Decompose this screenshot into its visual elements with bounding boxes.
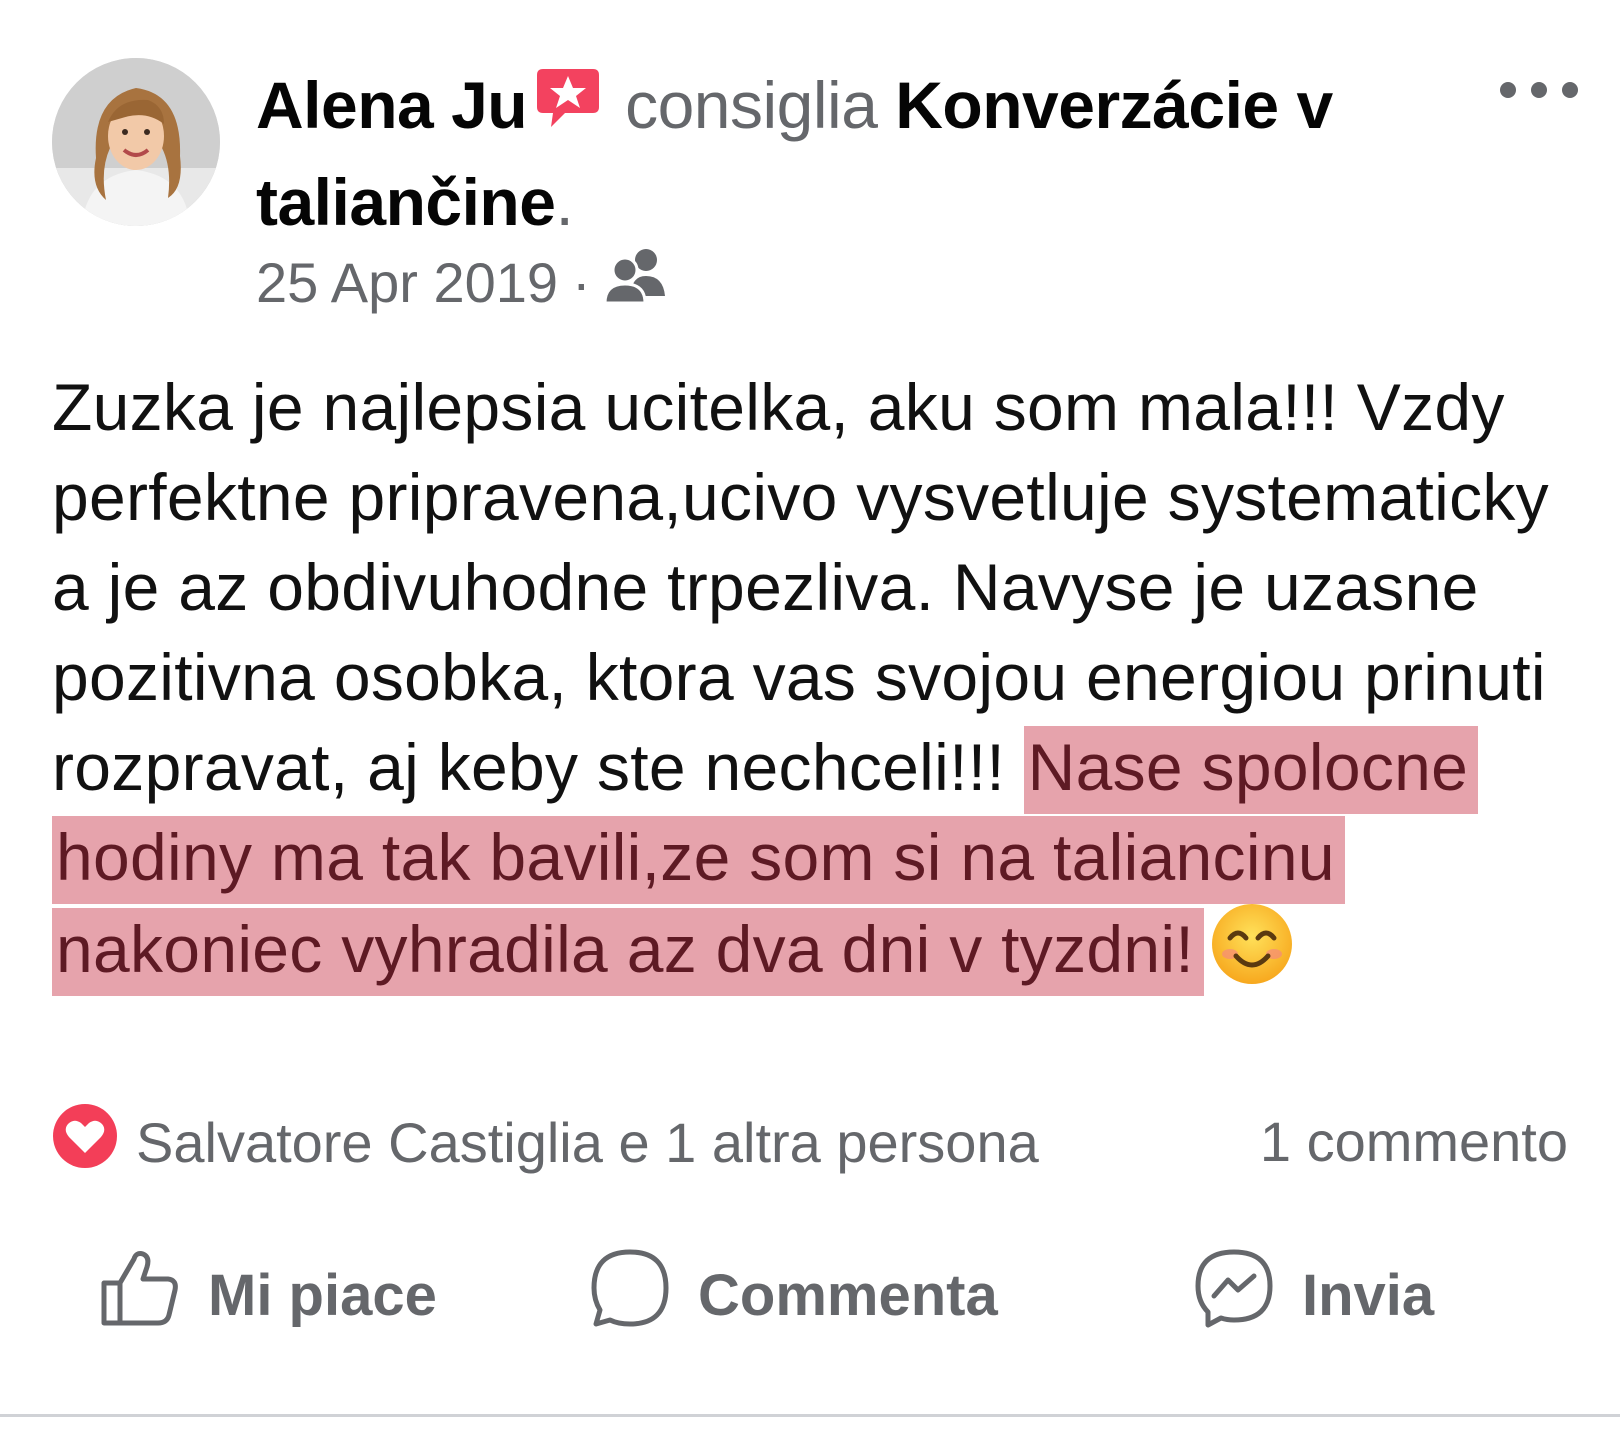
- author-name[interactable]: Alena Ju: [256, 68, 528, 142]
- comments-count[interactable]: 1 commento: [1260, 1102, 1568, 1182]
- avatar-image: [52, 58, 220, 226]
- more-options-icon[interactable]: [1498, 80, 1580, 100]
- meta-separator: ·: [572, 251, 591, 314]
- recommend-badge-icon: [535, 63, 601, 149]
- comment-label: Commenta: [698, 1262, 998, 1328]
- comment-button[interactable]: Commenta: [590, 1248, 998, 1342]
- send-button[interactable]: Invia: [1194, 1248, 1435, 1342]
- post-body: Zuzka je najlepsia ucitelka, aku som mal…: [52, 362, 1572, 1008]
- comment-bubble-icon: [590, 1248, 698, 1342]
- author-avatar[interactable]: [52, 58, 220, 226]
- reactions-text: Salvatore Castiglia e 1 altra persona: [136, 1110, 1039, 1174]
- header-period: .: [555, 164, 574, 239]
- reactions-summary[interactable]: Salvatore Castiglia e 1 altra persona: [52, 1102, 1039, 1182]
- thumbs-up-icon: [100, 1249, 208, 1341]
- like-label: Mi piace: [208, 1262, 437, 1328]
- post-actions-bar: Mi piace Commenta Invia: [0, 1248, 1620, 1342]
- friends-icon: [603, 246, 667, 320]
- facebook-recommendation-post: Alena Ju consiglia Konverzácie v talianči…: [0, 0, 1620, 1431]
- post-divider: [0, 1414, 1620, 1417]
- messenger-icon: [1194, 1248, 1302, 1342]
- smiling-face-emoji: [1210, 902, 1294, 1008]
- post-meta: 25 Apr 2019 ·: [256, 248, 667, 318]
- send-label: Invia: [1302, 1262, 1435, 1328]
- love-reaction-icon: [52, 1103, 118, 1182]
- like-button[interactable]: Mi piace: [100, 1250, 437, 1340]
- post-date[interactable]: 25 Apr 2019: [256, 248, 558, 318]
- post-header: Alena Ju consiglia Konverzácie v talianči…: [256, 62, 1456, 245]
- recommend-verb: consiglia: [625, 68, 878, 142]
